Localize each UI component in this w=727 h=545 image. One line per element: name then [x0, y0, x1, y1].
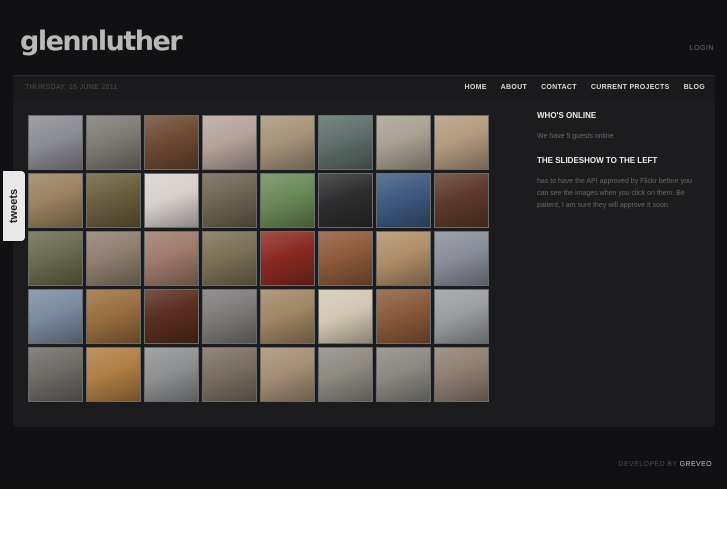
- gallery-thumbnail[interactable]: [376, 347, 431, 402]
- tweets-tab[interactable]: tweets: [3, 171, 25, 241]
- gallery-thumbnail[interactable]: [86, 289, 141, 344]
- gallery-thumbnail[interactable]: [434, 173, 489, 228]
- footer-developer-link[interactable]: GREVEO: [680, 461, 712, 468]
- whos-online-heading: WHO'S ONLINE: [537, 111, 597, 120]
- nav-blog[interactable]: BLOG: [684, 84, 705, 91]
- footer-credit: DEVELOPED BY GREVEO: [619, 461, 712, 468]
- sidebar: WHO'S ONLINE We have 5 guests online THE…: [537, 111, 705, 225]
- gallery-thumbnail[interactable]: [318, 347, 373, 402]
- gallery-thumbnail[interactable]: [144, 289, 199, 344]
- slideshow-heading: THE SLIDESHOW TO THE LEFT: [537, 156, 658, 165]
- gallery-thumbnail[interactable]: [318, 289, 373, 344]
- gallery-thumbnail[interactable]: [202, 231, 257, 286]
- gallery-thumbnail[interactable]: [86, 347, 141, 402]
- gallery-thumbnail[interactable]: [144, 231, 199, 286]
- gallery-thumbnail[interactable]: [318, 115, 373, 170]
- gallery-thumbnail[interactable]: [376, 289, 431, 344]
- nav-contact[interactable]: CONTACT: [541, 84, 577, 91]
- nav-home[interactable]: HOME: [464, 84, 486, 91]
- photo-gallery: [28, 115, 489, 402]
- site-logo[interactable]: glennluther: [20, 28, 183, 55]
- gallery-thumbnail[interactable]: [318, 231, 373, 286]
- gallery-thumbnail[interactable]: [28, 289, 83, 344]
- gallery-thumbnail[interactable]: [202, 347, 257, 402]
- gallery-thumbnail[interactable]: [260, 347, 315, 402]
- main-nav: HOME ABOUT CONTACT CURRENT PROJECTS BLOG: [464, 84, 705, 91]
- gallery-thumbnail[interactable]: [86, 173, 141, 228]
- navigation-bar: THURSDAY, 16 JUNE 2011 HOME ABOUT CONTAC…: [13, 75, 715, 100]
- gallery-thumbnail[interactable]: [144, 173, 199, 228]
- gallery-thumbnail[interactable]: [86, 231, 141, 286]
- login-link[interactable]: LOGIN: [690, 45, 714, 52]
- nav-about[interactable]: ABOUT: [501, 84, 527, 91]
- gallery-thumbnail[interactable]: [376, 231, 431, 286]
- gallery-thumbnail[interactable]: [144, 347, 199, 402]
- current-date: THURSDAY, 16 JUNE 2011: [25, 84, 118, 91]
- gallery-thumbnail[interactable]: [202, 115, 257, 170]
- gallery-thumbnail[interactable]: [376, 115, 431, 170]
- gallery-thumbnail[interactable]: [28, 231, 83, 286]
- gallery-thumbnail[interactable]: [260, 289, 315, 344]
- gallery-thumbnail[interactable]: [318, 173, 373, 228]
- content-panel: WHO'S ONLINE We have 5 guests online THE…: [13, 99, 715, 427]
- gallery-thumbnail[interactable]: [202, 173, 257, 228]
- page-background: glennluther LOGIN THURSDAY, 16 JUNE 2011…: [0, 0, 727, 489]
- gallery-thumbnail[interactable]: [202, 289, 257, 344]
- gallery-thumbnail[interactable]: [28, 347, 83, 402]
- gallery-thumbnail[interactable]: [434, 347, 489, 402]
- gallery-thumbnail[interactable]: [376, 173, 431, 228]
- gallery-thumbnail[interactable]: [434, 115, 489, 170]
- whos-online-text: We have 5 guests online: [537, 133, 614, 140]
- gallery-thumbnail[interactable]: [434, 231, 489, 286]
- gallery-thumbnail[interactable]: [260, 115, 315, 170]
- nav-current-projects[interactable]: CURRENT PROJECTS: [591, 84, 670, 91]
- gallery-thumbnail[interactable]: [260, 231, 315, 286]
- gallery-thumbnail[interactable]: [28, 173, 83, 228]
- slideshow-text: has to have the API approved by Flickr b…: [537, 178, 692, 209]
- tweets-tab-label: tweets: [8, 188, 20, 224]
- gallery-thumbnail[interactable]: [434, 289, 489, 344]
- gallery-thumbnail[interactable]: [86, 115, 141, 170]
- gallery-thumbnail[interactable]: [28, 115, 83, 170]
- footer-developed-by: DEVELOPED BY: [618, 461, 678, 468]
- gallery-thumbnail[interactable]: [144, 115, 199, 170]
- gallery-thumbnail[interactable]: [260, 173, 315, 228]
